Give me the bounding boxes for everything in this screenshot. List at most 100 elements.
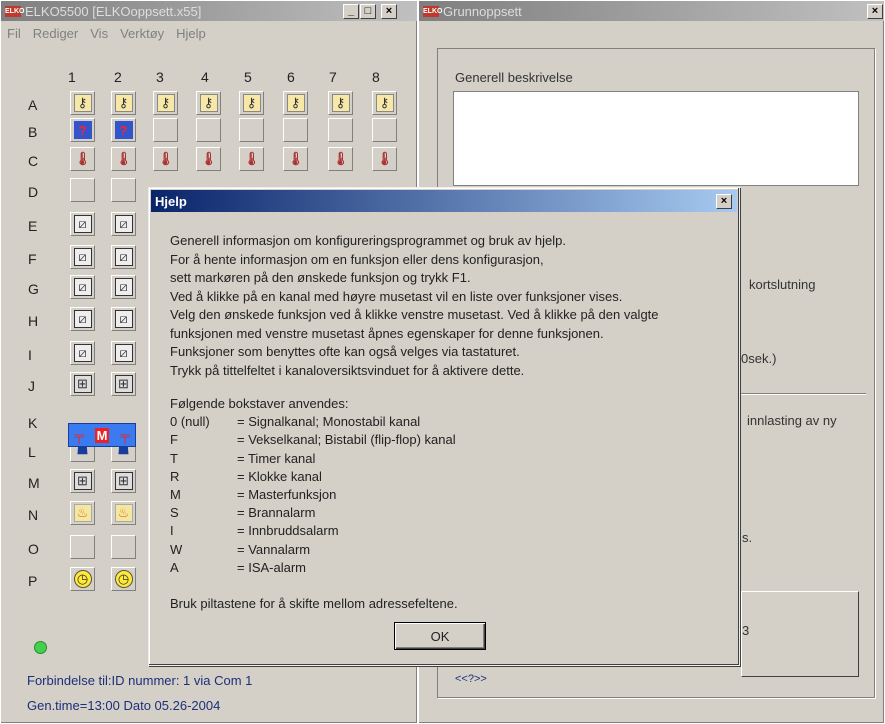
row-label: B	[28, 124, 38, 140]
channel-cell[interactable]: ⧄	[111, 341, 136, 365]
channel-cell[interactable]: ⚷	[70, 91, 95, 115]
channel-cell[interactable]: ◷	[111, 567, 136, 591]
nav-link[interactable]: <<?>>	[455, 673, 487, 685]
key-icon: ⚷	[73, 94, 92, 112]
channel-cell[interactable]: 🌡	[239, 147, 264, 171]
channel-cell[interactable]: ⚷	[111, 91, 136, 115]
menu-fil[interactable]: Fil	[1, 23, 27, 43]
minimize-button[interactable]: _	[343, 4, 359, 19]
channel-cell[interactable]: 🌡	[328, 147, 353, 171]
legend-row: W = Vannalarm	[170, 541, 458, 559]
channel-cell[interactable]: 🌡	[111, 147, 136, 171]
switch-icon: ⧄	[114, 310, 133, 328]
thermometer-icon: 🌡	[243, 151, 260, 166]
dialog-titlebar[interactable]: Hjelp	[151, 190, 737, 212]
channel-cell[interactable]: ?	[70, 118, 95, 142]
connection-led	[34, 641, 47, 654]
channel-cell[interactable]: ◷	[70, 567, 95, 591]
menu-verktøy[interactable]: Verktøy	[114, 23, 170, 43]
channel-cell[interactable]	[70, 178, 95, 202]
legend-value: = Signalkanal; Monostabil kanal	[237, 414, 421, 430]
close-button[interactable]: ×	[867, 4, 883, 19]
channel-cell[interactable]: ⧄	[111, 245, 136, 269]
channel-cell[interactable]	[328, 118, 353, 142]
key-icon: ⚷	[114, 94, 133, 112]
key-icon: ⚷	[242, 94, 261, 112]
legend-title: Følgende bokstaver anvendes:	[170, 396, 349, 411]
channel-cell[interactable]: 🌡	[283, 147, 308, 171]
row-label: M	[28, 475, 40, 491]
right-window-title: Grunnoppsett	[443, 3, 522, 19]
key-icon: ⚷	[375, 94, 394, 112]
channel-cell[interactable]	[153, 118, 178, 142]
channel-cell[interactable]: ⚷	[283, 91, 308, 115]
help-line: Velg den ønskede funksjon ved å klikke v…	[170, 307, 659, 322]
channel-cell[interactable]: ⊞	[111, 372, 136, 396]
row-label: G	[28, 281, 39, 297]
thermometer-icon: 🌡	[74, 151, 91, 166]
channel-cell[interactable]	[372, 118, 397, 142]
channel-cell[interactable]	[111, 178, 136, 202]
row-label: E	[28, 218, 38, 234]
seconds-label: 0sek.)	[741, 351, 777, 366]
channel-cell[interactable]	[239, 118, 264, 142]
right-titlebar[interactable]: ELKO Grunnoppsett	[419, 1, 884, 21]
legend-key: A	[170, 559, 179, 575]
menu-vis[interactable]: Vis	[84, 23, 114, 43]
ok-button[interactable]: OK	[394, 622, 486, 650]
key-icon: ⚷	[286, 94, 305, 112]
channel-cell[interactable]: ⧄	[111, 212, 136, 236]
large-button[interactable]	[741, 591, 859, 677]
channel-cell[interactable]: ⚷	[153, 91, 178, 115]
column-header: 4	[201, 69, 209, 85]
channel-cell[interactable]: ⚷	[196, 91, 221, 115]
channel-cell[interactable]: ?	[111, 118, 136, 142]
close-button[interactable]: ×	[381, 4, 397, 19]
channel-cell[interactable]: ⧄	[70, 307, 95, 331]
double-switch-icon: ⊞	[73, 472, 92, 490]
dialog-close-button[interactable]: ×	[716, 194, 732, 209]
column-header: 5	[244, 69, 252, 85]
channel-cell[interactable]: ⊞	[70, 469, 95, 493]
channel-cell[interactable]: ⊞	[111, 469, 136, 493]
channel-cell[interactable]: ⚷	[372, 91, 397, 115]
channel-cell[interactable]	[70, 535, 95, 559]
menu-rediger[interactable]: Rediger	[27, 23, 85, 43]
channel-cell[interactable]: ♨	[111, 501, 136, 525]
help-line: Trykk på tittelfeltet i kanaloversiktsvi…	[170, 362, 525, 378]
key-icon: ⚷	[156, 94, 175, 112]
row-label: N	[28, 507, 39, 523]
channel-cell[interactable]: ⧄	[111, 275, 136, 299]
channel-cell[interactable]: ♨	[70, 501, 95, 525]
maximize-button[interactable]: □	[360, 4, 376, 19]
menu-hjelp[interactable]: Hjelp	[170, 23, 212, 43]
channel-cell[interactable]: ⚷	[239, 91, 264, 115]
column-header: 8	[372, 69, 380, 85]
legend-key: S	[170, 505, 179, 521]
channel-cell[interactable]: 🌡	[70, 147, 95, 171]
channel-cell[interactable]: ⧄	[70, 212, 95, 236]
description-textarea[interactable]	[453, 91, 859, 186]
switch-icon: ⧄	[114, 278, 133, 296]
channel-cell[interactable]: ⧄	[70, 245, 95, 269]
clock-icon: ◷	[73, 570, 92, 588]
channel-cell[interactable]: ⧄	[70, 275, 95, 299]
legend-row: 0 (null) = Signalkanal; Monostabil kanal	[170, 413, 458, 431]
master-function-block[interactable]: ╤ M ╤	[68, 423, 136, 447]
double-switch-icon: ⊞	[114, 472, 133, 490]
channel-cell[interactable]: ⧄	[70, 341, 95, 365]
channel-cell[interactable]	[283, 118, 308, 142]
channel-cell[interactable]: ⊞	[70, 372, 95, 396]
channel-cell[interactable]	[111, 535, 136, 559]
legend-row: M = Masterfunksjon	[170, 486, 458, 504]
channel-cell[interactable]	[196, 118, 221, 142]
channel-cell[interactable]: 🌡	[196, 147, 221, 171]
channel-cell[interactable]: ⧄	[111, 307, 136, 331]
channel-cell[interactable]: ⚷	[328, 91, 353, 115]
legend-value: = Innbruddsalarm	[237, 523, 339, 539]
footer-text: Bruk piltastene for å skifte mellom adre…	[170, 596, 458, 612]
legend-key: T	[170, 450, 178, 466]
help-line: For å hente informasjon om en funksjon e…	[170, 251, 544, 267]
channel-cell[interactable]: 🌡	[372, 147, 397, 171]
channel-cell[interactable]: 🌡	[153, 147, 178, 171]
